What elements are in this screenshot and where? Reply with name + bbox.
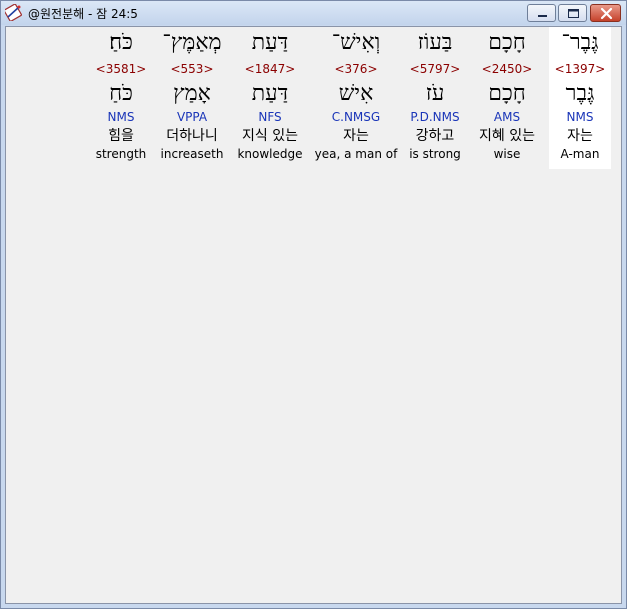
morphology-code: AMS — [493, 110, 521, 124]
hebrew-lemma: דַּעַת — [251, 81, 289, 106]
hebrew-lemma: חָכָם — [488, 81, 526, 106]
morphology-code: C.NMSG — [331, 110, 381, 124]
korean-gloss: 자는 — [343, 128, 369, 144]
korean-gloss: 힘을 — [108, 128, 134, 144]
strong-number[interactable]: <376> — [313, 61, 399, 77]
strong-number[interactable]: <1847> — [234, 61, 306, 77]
korean-gloss: 강하고 — [415, 128, 455, 144]
korean-gloss: 지식 있는 — [242, 128, 298, 144]
korean-gloss: 자는 — [567, 128, 593, 144]
word-column[interactable]: חָכָם <2450> חָכָם AMS 지혜 있는 wise — [472, 27, 542, 169]
morphology-code: NFS — [258, 110, 282, 124]
close-button[interactable] — [590, 4, 621, 22]
morphology-code: NMS — [566, 110, 594, 124]
strong-number[interactable]: <5797> — [404, 61, 466, 77]
title-bar[interactable]: @원전분해 - 잠 24:5 — [1, 1, 626, 25]
strong-number[interactable]: <1397> — [549, 61, 611, 77]
hebrew-lemma: גֶּבֶר — [565, 81, 595, 106]
app-window: @원전분해 - 잠 24:5 גֶּבֶר־ <1397> גֶּבֶר NMS… — [0, 0, 627, 609]
korean-gloss: 지혜 있는 — [479, 128, 535, 144]
word-column[interactable]: גֶּבֶר־ <1397> גֶּבֶר NMS 자는 A-man — [549, 27, 611, 169]
word-analysis-panel[interactable]: גֶּבֶר־ <1397> גֶּבֶר NMS 자는 A-man חָכָם… — [5, 26, 622, 604]
hebrew-word: דַּעַת — [251, 30, 289, 55]
strong-number[interactable]: <553> — [156, 61, 228, 77]
minimize-button[interactable] — [527, 4, 556, 22]
maximize-button[interactable] — [558, 4, 587, 22]
english-gloss: A-man — [560, 147, 600, 161]
korean-gloss: 더하나니 — [166, 128, 218, 144]
strong-number[interactable]: <3581> — [92, 61, 150, 77]
hebrew-word: בַּעוֹז — [417, 30, 453, 55]
pen-notebook-icon[interactable] — [3, 3, 22, 22]
morphology-code: NMS — [107, 110, 135, 124]
hebrew-word: גֶּבֶר־ — [561, 30, 599, 55]
english-gloss: wise — [493, 147, 521, 161]
close-icon — [600, 7, 613, 20]
hebrew-lemma: עֹז — [425, 81, 445, 106]
morphology-code: P.D.NMS — [410, 110, 460, 124]
english-gloss: knowledge — [237, 147, 303, 161]
hebrew-lemma: אָמַץ — [173, 81, 211, 106]
word-column[interactable]: דַּעַת <1847> דַּעַת NFS 지식 있는 knowledge — [234, 27, 306, 169]
hebrew-word: וְאִישׁ־ — [331, 30, 381, 55]
hebrew-lemma: כֹּחַ — [109, 81, 133, 106]
maximize-icon — [568, 9, 579, 18]
window-title: @원전분해 - 잠 24:5 — [28, 7, 138, 21]
english-gloss: yea, a man of — [314, 147, 398, 161]
hebrew-word: חָכָם — [488, 30, 526, 55]
word-column[interactable]: וְאִישׁ־ <376> אִישׁ C.NMSG 자는 yea, a ma… — [313, 27, 399, 169]
minimize-icon — [538, 15, 547, 17]
word-column[interactable]: כֹּחַ׃ <3581> כֹּחַ NMS 힘을 strength — [92, 27, 150, 169]
word-column[interactable]: מְאַמֶּץ־ <553> אָמַץ VPPA 더하나니 increase… — [156, 27, 228, 169]
hebrew-lemma: אִישׁ — [338, 81, 374, 106]
strong-number[interactable]: <2450> — [472, 61, 542, 77]
english-gloss: is strong — [409, 147, 461, 161]
english-gloss: increaseth — [160, 147, 224, 161]
word-column[interactable]: בַּעוֹז <5797> עֹז P.D.NMS 강하고 is strong — [404, 27, 466, 169]
morphology-code: VPPA — [176, 110, 208, 124]
hebrew-word: כֹּחַ׃ — [109, 30, 133, 55]
english-gloss: strength — [95, 147, 147, 161]
hebrew-word: מְאַמֶּץ־ — [162, 30, 222, 55]
